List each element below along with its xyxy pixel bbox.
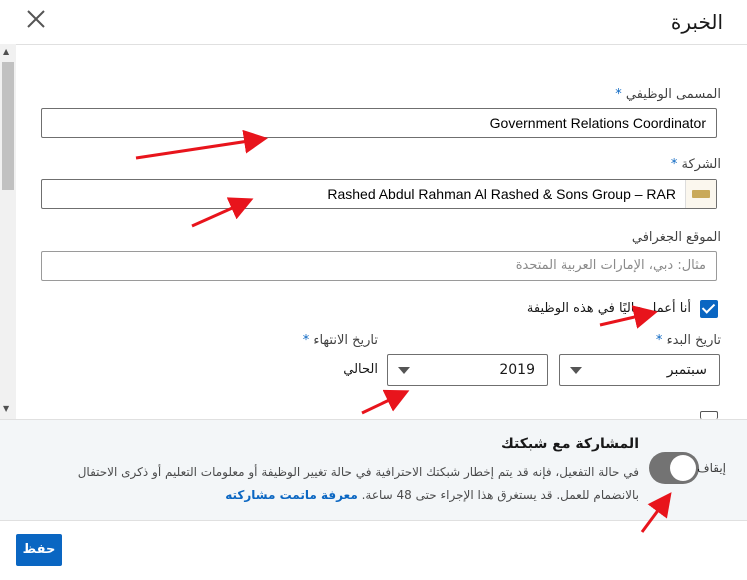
start-year-value: 2019 xyxy=(499,362,535,378)
chevron-down-icon xyxy=(570,367,582,374)
company-logo xyxy=(685,180,716,208)
share-learn-more-link[interactable]: معرفة ماتمت مشاركته xyxy=(225,488,358,502)
required-mark: * xyxy=(302,333,310,348)
scrollbar-thumb[interactable] xyxy=(2,62,14,190)
location-placeholder: مثال: دبي، الإمارات العربية المتحدة xyxy=(515,258,706,273)
location-input[interactable]: مثال: دبي، الإمارات العربية المتحدة xyxy=(41,251,717,281)
annotation-arrow xyxy=(135,129,268,160)
start-date-label: تاريخ البدء * xyxy=(656,333,721,348)
company-logo-mark xyxy=(692,190,710,198)
end-date-present: الحالي xyxy=(343,362,378,377)
close-icon[interactable] xyxy=(24,7,48,31)
dialog-header: الخبرة xyxy=(0,0,747,45)
current-role-label: أنا أعمل حاليًا في هذه الوظيفة xyxy=(526,301,691,316)
share-description: في حالة التفعيل، فإنه قد يتم إخطار شبكتك… xyxy=(49,461,639,507)
required-mark: * xyxy=(655,333,663,348)
chevron-down-icon xyxy=(398,367,410,374)
start-year-select[interactable]: 2019 xyxy=(387,354,548,386)
company-value: Rashed Abdul Rahman Al Rashed & Sons Gro… xyxy=(327,186,676,202)
required-mark: * xyxy=(615,87,622,102)
job-title-value: Government Relations Coordinator xyxy=(489,115,706,131)
end-date-label-text: تاريخ الانتهاء xyxy=(313,333,378,348)
job-title-label: المسمى الوظيفي * xyxy=(615,87,721,102)
company-label: الشركة * xyxy=(671,157,721,172)
share-section: المشاركة مع شبكتك في حالة التفعيل، فإنه … xyxy=(0,419,747,521)
check-icon xyxy=(701,300,716,314)
start-date-label-text: تاريخ البدء xyxy=(666,333,721,348)
scroll-up-icon[interactable]: ▲ xyxy=(3,47,9,56)
next-checkbox[interactable] xyxy=(700,411,718,419)
share-toggle[interactable] xyxy=(649,452,699,484)
annotation-arrow xyxy=(361,389,410,415)
location-label: الموقع الجغرافي xyxy=(631,230,721,245)
share-toggle-label: إيقاف xyxy=(697,461,726,475)
save-button[interactable]: حفظ xyxy=(16,534,62,566)
toggle-knob xyxy=(670,455,696,481)
job-title-input[interactable]: Government Relations Coordinator xyxy=(41,108,717,138)
end-date-label: تاريخ الانتهاء * xyxy=(303,333,378,348)
company-input[interactable]: Rashed Abdul Rahman Al Rashed & Sons Gro… xyxy=(41,179,717,209)
scroll-down-icon[interactable]: ▼ xyxy=(3,404,9,413)
company-label-text: الشركة xyxy=(681,157,721,172)
job-title-label-text: المسمى الوظيفي xyxy=(625,87,721,102)
share-title: المشاركة مع شبكتك xyxy=(501,436,639,452)
dialog-title: الخبرة xyxy=(670,10,723,34)
current-role-checkbox[interactable] xyxy=(700,300,718,318)
start-month-value: سبتمبر xyxy=(666,362,707,378)
required-mark: * xyxy=(670,157,678,172)
share-description-text: في حالة التفعيل، فإنه قد يتم إخطار شبكتك… xyxy=(77,465,639,502)
start-month-select[interactable]: سبتمبر xyxy=(559,354,720,386)
